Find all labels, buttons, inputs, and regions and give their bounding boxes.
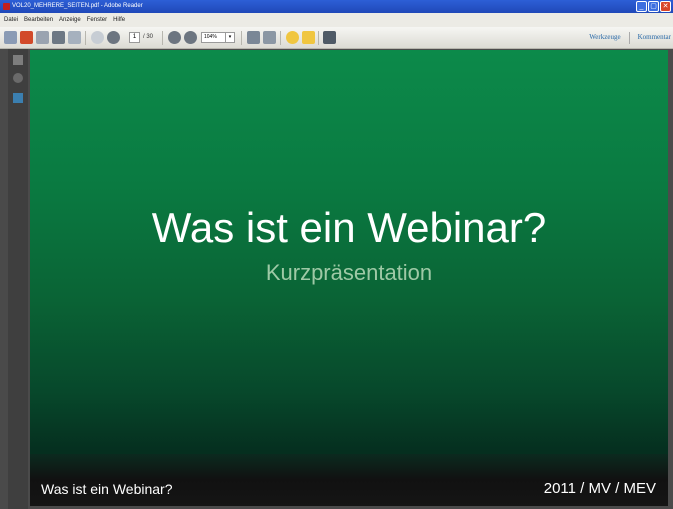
slide-footer-band: Was ist ein Webinar? 2011 / MV / MEV bbox=[30, 454, 668, 506]
tools-link[interactable]: Werkzeuge bbox=[589, 27, 620, 48]
menu-item-anzeige[interactable]: Anzeige bbox=[59, 13, 81, 27]
expand-icon[interactable] bbox=[323, 31, 336, 44]
email-icon[interactable] bbox=[68, 31, 81, 44]
page-number-input[interactable]: 1 bbox=[129, 32, 140, 43]
toolbar-links: Werkzeuge Kommentar bbox=[589, 27, 671, 48]
comment-icon[interactable] bbox=[286, 31, 299, 44]
acrobat-icon[interactable] bbox=[20, 31, 33, 44]
adobe-reader-icon bbox=[3, 3, 10, 10]
maximize-button[interactable]: ▢ bbox=[648, 1, 659, 12]
fit-page-icon[interactable] bbox=[247, 31, 260, 44]
create-pdf-icon[interactable] bbox=[4, 31, 17, 44]
pdf-page: Was ist ein Webinar? Kurzpräsentation Wa… bbox=[30, 50, 668, 506]
toolbar-divider bbox=[241, 31, 242, 45]
slide-subtitle: Kurzpräsentation bbox=[265, 260, 433, 285]
toolbar-links-divider bbox=[628, 32, 630, 44]
pages-icon[interactable] bbox=[13, 55, 23, 65]
highlight-icon[interactable] bbox=[302, 31, 315, 44]
slide-footer-info: 2011 / MV / MEV bbox=[543, 480, 656, 497]
toolbar-divider bbox=[280, 31, 281, 45]
toolbar-divider bbox=[162, 31, 163, 45]
menu-item-hilfe[interactable]: Hilfe bbox=[113, 13, 125, 27]
window-controls: _ ▢ ✕ bbox=[636, 1, 671, 12]
attachments-icon[interactable] bbox=[13, 73, 23, 83]
navigation-panel bbox=[8, 49, 28, 509]
slide-title: Was ist ein Webinar? bbox=[151, 204, 547, 251]
zoom-in-icon[interactable] bbox=[184, 31, 197, 44]
toolbar-divider bbox=[85, 31, 86, 45]
menu-bar: Datei Bearbeiten Anzeige Fenster Hilfe bbox=[0, 13, 673, 27]
menu-item-bearbeiten[interactable]: Bearbeiten bbox=[24, 13, 53, 27]
previous-page-icon[interactable] bbox=[91, 31, 104, 44]
fit-width-icon[interactable] bbox=[263, 31, 276, 44]
toolbar-divider bbox=[318, 31, 319, 45]
menu-item-datei[interactable]: Datei bbox=[4, 13, 18, 27]
next-page-icon[interactable] bbox=[107, 31, 120, 44]
zoom-select[interactable]: 104% ▾ bbox=[201, 32, 235, 43]
zoom-value: 104% bbox=[204, 34, 217, 40]
window-titlebar: VOL20_MEHRERE_SEITEN.pdf - Adobe Reader … bbox=[0, 0, 673, 13]
menu-item-fenster[interactable]: Fenster bbox=[87, 13, 107, 27]
window-title: VOL20_MEHRERE_SEITEN.pdf - Adobe Reader bbox=[12, 3, 143, 9]
close-button[interactable]: ✕ bbox=[660, 1, 671, 12]
layers-icon[interactable] bbox=[13, 93, 23, 103]
slide-footer-title: Was ist ein Webinar? bbox=[41, 481, 173, 497]
minimize-button[interactable]: _ bbox=[636, 1, 647, 12]
chevron-down-icon: ▾ bbox=[225, 33, 234, 42]
comment-link[interactable]: Kommentar bbox=[638, 27, 671, 48]
toolbar: 1 / 30 104% ▾ Werkzeuge Kommentar bbox=[0, 27, 673, 49]
zoom-out-icon[interactable] bbox=[168, 31, 181, 44]
save-icon[interactable] bbox=[36, 31, 49, 44]
page-total: / 30 bbox=[143, 34, 154, 40]
print-icon[interactable] bbox=[52, 31, 65, 44]
